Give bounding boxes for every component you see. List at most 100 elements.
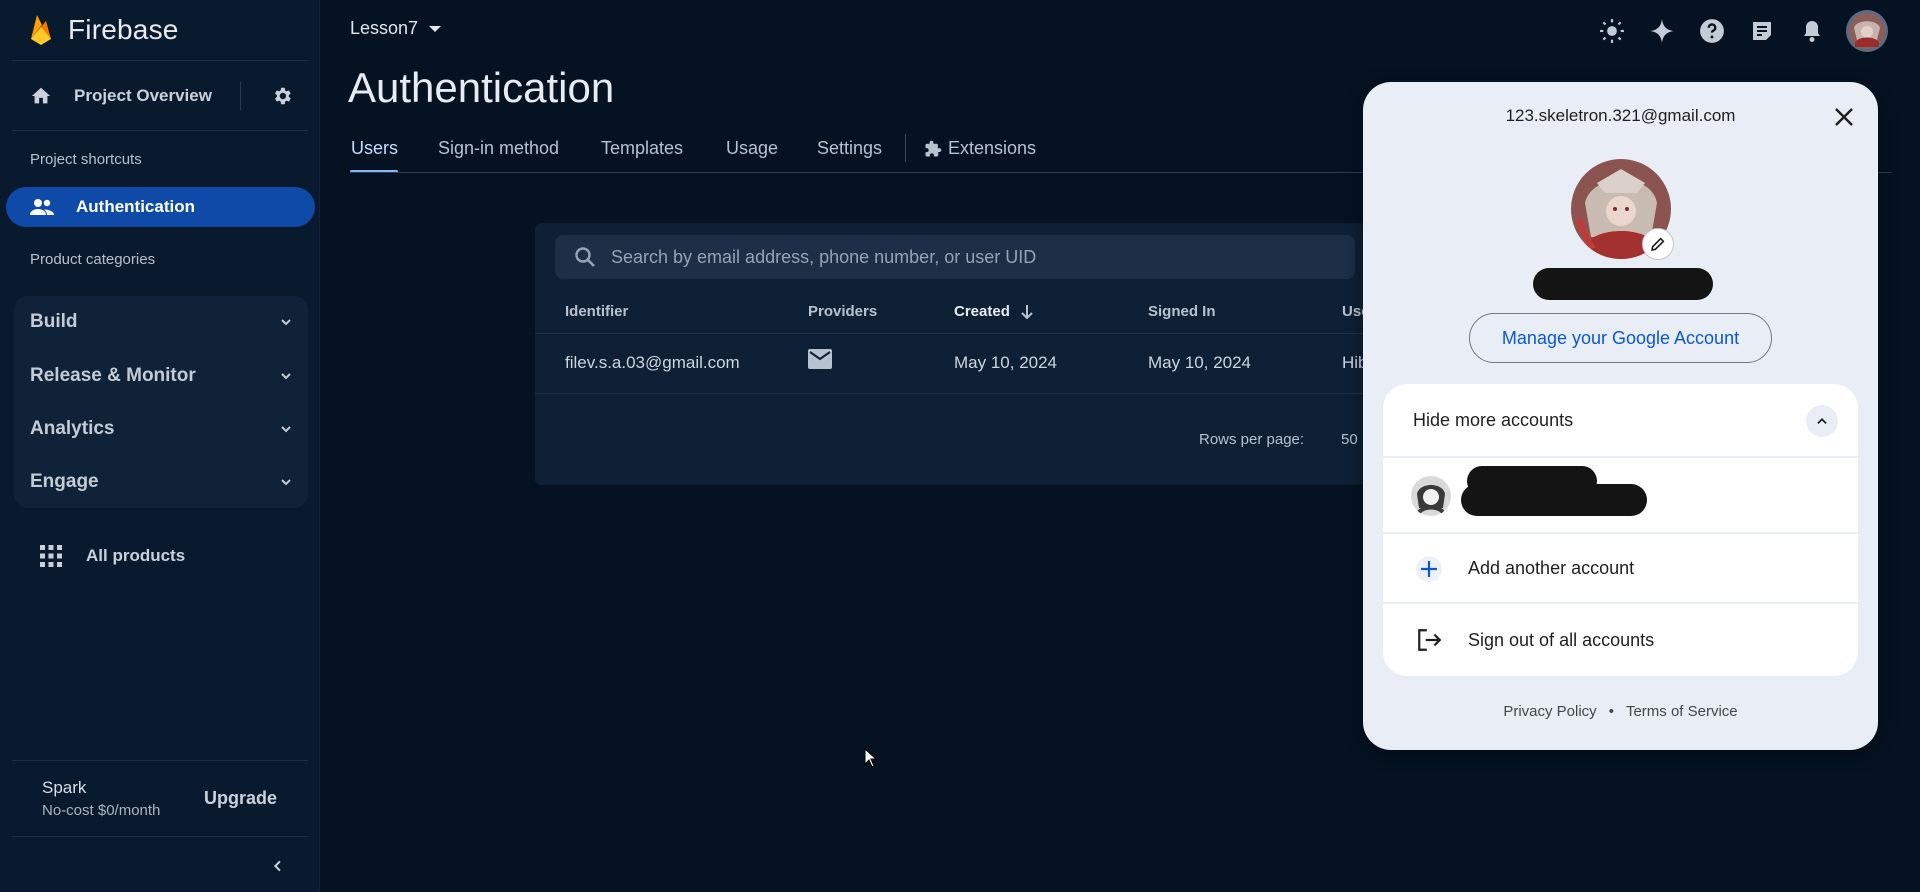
search-icon	[575, 247, 595, 267]
chevron-down-icon	[281, 479, 291, 486]
category-label: Build	[30, 311, 78, 332]
project-shortcuts-label: Project shortcuts	[30, 151, 142, 168]
home-icon	[31, 87, 51, 104]
chevron-up-button[interactable]	[1806, 405, 1838, 437]
redacted-name	[1533, 268, 1713, 300]
add-another-account-label: Add another account	[1468, 558, 1635, 578]
column-header-providers: Providers	[808, 303, 878, 320]
category-analytics[interactable]: Analytics	[14, 403, 308, 455]
divider	[12, 130, 308, 131]
billing-plan: Spark No-cost $0/month	[42, 778, 160, 819]
privacy-policy-link[interactable]: Privacy Policy	[1503, 703, 1596, 720]
project-settings-button[interactable]	[266, 80, 298, 112]
divider	[12, 60, 308, 61]
dropdown-arrow-icon	[429, 25, 442, 32]
collapse-sidebar-button[interactable]	[264, 852, 292, 880]
firebase-logo[interactable]: Firebase	[28, 10, 179, 50]
add-another-account-button[interactable]: Add another account	[1383, 534, 1858, 602]
pencil-icon	[1650, 237, 1665, 252]
mouse-cursor-icon	[864, 748, 878, 768]
email-icon	[808, 349, 832, 369]
category-release-monitor[interactable]: Release & Monitor	[14, 350, 308, 402]
users-table-card: Identifier Providers Created Signed In U…	[535, 223, 1370, 485]
project-overview-link[interactable]: Project Overview	[16, 78, 246, 114]
category-label: Release & Monitor	[30, 365, 196, 386]
hide-more-accounts-toggle[interactable]: Hide more accounts	[1383, 384, 1858, 456]
other-account-item[interactable]	[1383, 458, 1858, 532]
category-engage[interactable]: Engage	[14, 456, 308, 508]
people-icon	[30, 199, 54, 215]
chevron-down-icon	[281, 426, 291, 433]
chevron-left-icon	[273, 860, 281, 872]
close-popup-button[interactable]	[1827, 100, 1861, 134]
sidebar-item-label: Authentication	[76, 197, 195, 216]
upgrade-button[interactable]: Upgrade	[196, 784, 285, 813]
tab-templates[interactable]: Templates	[601, 138, 683, 159]
page-title: Authentication	[348, 64, 615, 111]
search-input[interactable]	[611, 246, 1311, 268]
terms-of-service-link[interactable]: Terms of Service	[1626, 703, 1738, 720]
redacted-account-email	[1461, 484, 1647, 516]
tab-users[interactable]: Users	[351, 138, 398, 159]
divider	[12, 836, 308, 837]
category-label: Engage	[30, 471, 99, 492]
cell-identifier: filev.s.a.03@gmail.com	[565, 353, 740, 372]
help-icon	[1700, 19, 1724, 43]
column-header-identifier[interactable]: Identifier	[565, 303, 628, 320]
gear-icon	[275, 87, 291, 105]
product-categories: Build Release & Monitor Analytics Engage	[14, 296, 308, 508]
avatar	[1411, 476, 1451, 516]
project-name: Lesson7	[350, 18, 419, 38]
tab-usage[interactable]: Usage	[726, 138, 778, 159]
theme-toggle-button[interactable]	[1592, 11, 1632, 51]
rows-per-page-select[interactable]: 50	[1341, 431, 1358, 448]
help-button[interactable]	[1692, 11, 1732, 51]
divider	[535, 333, 1365, 334]
gemini-button[interactable]	[1642, 11, 1682, 51]
all-products-link[interactable]: All products	[40, 538, 185, 574]
apps-grid-icon	[40, 545, 62, 567]
accounts-list: Hide more accounts Add another account S…	[1383, 384, 1858, 676]
tab-label: Extensions	[948, 138, 1037, 158]
notes-icon	[1753, 22, 1771, 40]
puzzle-icon	[925, 140, 942, 156]
arrow-down-icon	[1021, 304, 1033, 319]
divider	[535, 393, 1365, 394]
notifications-button[interactable]	[1792, 11, 1832, 51]
close-icon	[1835, 108, 1853, 126]
cell-providers	[808, 349, 832, 374]
divider	[12, 760, 308, 761]
user-search-bar[interactable]	[555, 235, 1355, 279]
firebase-flame-icon	[31, 15, 51, 45]
bell-icon	[1804, 21, 1820, 42]
edit-profile-picture-button[interactable]	[1642, 228, 1674, 260]
chevron-up-icon	[1817, 418, 1827, 424]
product-categories-label: Product categories	[30, 251, 156, 268]
tab-extensions[interactable]: Extensions	[924, 138, 1036, 159]
category-label: Analytics	[30, 418, 115, 439]
account-email: 123.skeletron.321@gmail.com	[1505, 106, 1736, 125]
hide-more-accounts-label: Hide more accounts	[1413, 410, 1574, 430]
sidebar-item-authentication[interactable]: Authentication	[6, 187, 315, 227]
column-header-label: Created	[954, 303, 1010, 320]
plan-name: Spark	[42, 778, 87, 797]
sparkle-icon	[1650, 19, 1674, 43]
manage-google-account-button[interactable]: Manage your Google Account	[1469, 313, 1772, 363]
tab-settings[interactable]: Settings	[817, 138, 882, 159]
release-notes-button[interactable]	[1742, 11, 1782, 51]
popup-footer: Privacy Policy • Terms of Service	[1363, 703, 1878, 720]
cell-created: May 10, 2024	[954, 353, 1058, 372]
sign-out-all-button[interactable]: Sign out of all accounts	[1383, 604, 1858, 676]
plus-icon	[1416, 556, 1442, 582]
project-selector[interactable]: Lesson7	[350, 18, 442, 39]
rows-per-page-label: Rows per page:	[1199, 431, 1305, 448]
tab-sign-in-method[interactable]: Sign-in method	[438, 138, 559, 159]
divider	[240, 82, 241, 110]
account-avatar-button[interactable]	[1845, 9, 1889, 53]
all-products-label: All products	[86, 546, 186, 565]
column-header-created[interactable]: Created	[954, 303, 1034, 320]
footer-separator: •	[1608, 703, 1614, 720]
column-header-signed-in[interactable]: Signed In	[1148, 303, 1216, 320]
category-build[interactable]: Build	[14, 296, 308, 348]
avatar	[1846, 10, 1888, 52]
